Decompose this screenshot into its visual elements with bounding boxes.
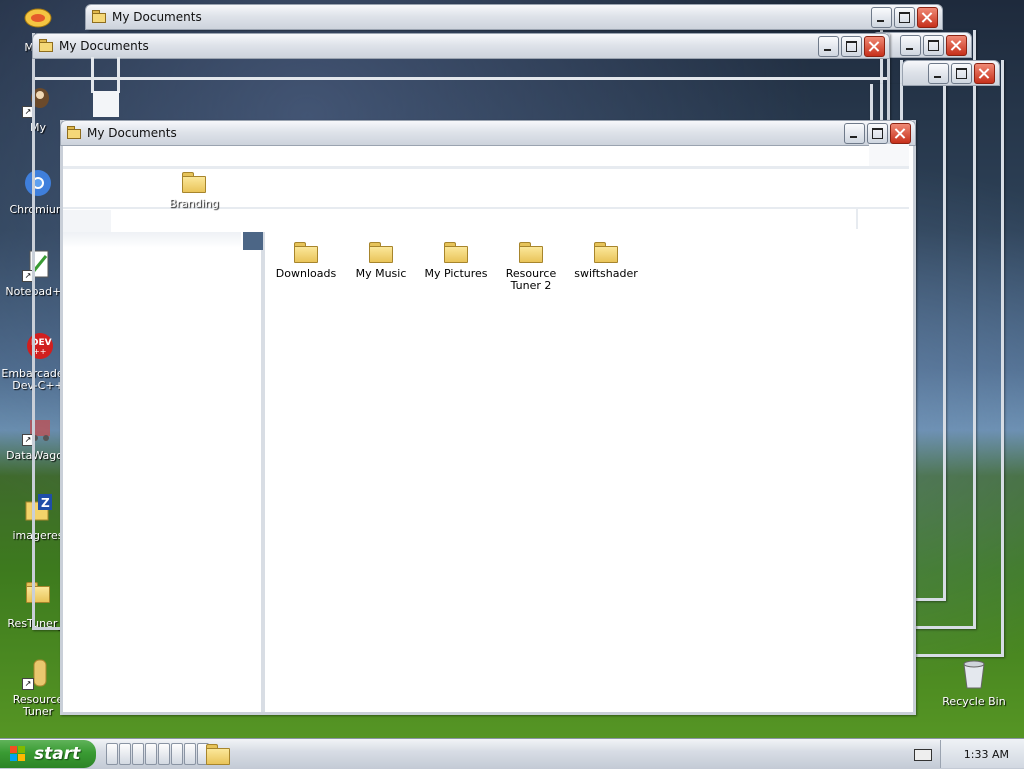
window-my-documents-back1: My Documents xyxy=(85,4,943,30)
close-button[interactable] xyxy=(974,63,995,84)
folder-my-pictures[interactable]: My Pictures xyxy=(420,242,492,280)
folder-icon xyxy=(594,242,618,263)
folder-label: My Music xyxy=(355,267,407,280)
folder-branding[interactable]: Branding xyxy=(158,172,230,210)
start-label: start xyxy=(34,744,81,764)
resource-tuner-icon: ↗ xyxy=(22,658,54,690)
folder-label: My Pictures xyxy=(424,267,488,280)
taskbar-window-button[interactable] xyxy=(132,743,144,765)
folder-icon xyxy=(294,242,318,263)
folder-label: swiftshader xyxy=(574,267,638,280)
pane-edge xyxy=(113,208,243,232)
folder-icon xyxy=(67,126,81,139)
shortcut-arrow-icon: ↗ xyxy=(22,678,34,690)
system-tray: 1:33 AM xyxy=(940,740,1024,768)
window-frame-block xyxy=(63,210,111,232)
folder-icon xyxy=(444,242,468,263)
maximize-button[interactable] xyxy=(923,35,944,56)
window-frame-line xyxy=(35,77,887,80)
ghost-titlebar xyxy=(902,60,1000,86)
window-frame-block xyxy=(243,232,263,250)
close-button[interactable] xyxy=(864,36,885,57)
close-button[interactable] xyxy=(917,7,938,28)
start-button[interactable]: start xyxy=(0,740,96,768)
desktop-icon-recycle-bin[interactable]: Recycle Bin xyxy=(936,660,1012,708)
window-frame-line xyxy=(63,166,909,169)
folder-icon xyxy=(369,242,393,263)
folder-my-music[interactable]: My Music xyxy=(345,242,417,280)
clock[interactable]: 1:33 AM xyxy=(964,748,1009,761)
taskbar-window-button[interactable] xyxy=(171,743,183,765)
folder-icon xyxy=(206,744,230,765)
minimize-button[interactable] xyxy=(818,36,839,57)
taskbar-window-buttons xyxy=(106,743,210,765)
file-list-pane: Downloads My Music My Pictures Resource … xyxy=(265,232,913,712)
left-task-pane xyxy=(63,232,265,712)
window-frame-line xyxy=(117,57,120,93)
window-my-documents: My Documents Branding Downloads My Music xyxy=(60,120,916,715)
desktop-icon-label: Recycle Bin xyxy=(942,695,1006,708)
window-frame-block xyxy=(869,144,909,166)
minimize-button[interactable] xyxy=(900,35,921,56)
window-frame-block xyxy=(93,91,119,117)
windows-logo-icon xyxy=(10,746,26,762)
window-frame-line xyxy=(856,207,858,229)
minimize-button[interactable] xyxy=(871,7,892,28)
minimize-button[interactable] xyxy=(928,63,949,84)
taskbar-window-button[interactable] xyxy=(184,743,196,765)
maximize-button[interactable] xyxy=(867,123,888,144)
taskbar: start 1:33 AM xyxy=(0,738,1024,769)
recycle-bin-icon xyxy=(958,660,990,692)
folder-icon xyxy=(92,10,106,23)
folder-label: Resource Tuner 2 xyxy=(505,267,557,292)
window-title: My Documents xyxy=(59,39,149,53)
window-title: My Documents xyxy=(87,126,177,140)
folder-swiftshader[interactable]: swiftshader xyxy=(570,242,642,280)
maximize-button[interactable] xyxy=(951,63,972,84)
keyboard-icon[interactable] xyxy=(914,749,932,761)
folder-downloads[interactable]: Downloads xyxy=(270,242,342,280)
window-title: My Documents xyxy=(112,10,202,24)
close-button[interactable] xyxy=(890,123,911,144)
window-frame-line xyxy=(91,57,94,93)
folder-resource-tuner-2[interactable]: Resource Tuner 2 xyxy=(495,242,567,292)
taskbar-window-button[interactable] xyxy=(158,743,170,765)
maximize-button[interactable] xyxy=(841,36,862,57)
taskbar-window-button[interactable] xyxy=(145,743,157,765)
taskbar-window-button[interactable] xyxy=(119,743,131,765)
folder-label: Downloads xyxy=(275,267,337,280)
minimize-button[interactable] xyxy=(844,123,865,144)
folder-icon xyxy=(39,39,53,52)
folder-icon xyxy=(519,242,543,263)
taskbar-folder-button[interactable] xyxy=(206,744,230,765)
folder-icon xyxy=(182,172,206,193)
close-button[interactable] xyxy=(946,35,967,56)
maximize-button[interactable] xyxy=(894,7,915,28)
taskbar-window-button[interactable] xyxy=(106,743,118,765)
